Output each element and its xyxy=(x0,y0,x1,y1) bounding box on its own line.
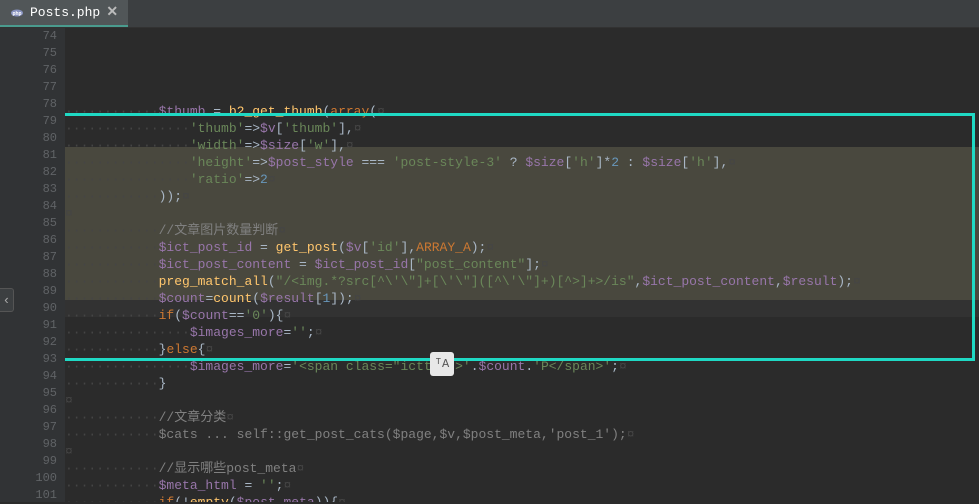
code-editor: ‹ 74757677787980818283848586878889909192… xyxy=(0,28,979,502)
code-line[interactable]: ················'thumb'=>$v['thumb'],¤ xyxy=(65,120,979,137)
code-line[interactable]: ············$thumb = b2_get_thumb(array(… xyxy=(65,103,979,120)
line-number: 100 xyxy=(0,470,57,487)
code-line[interactable]: ············$count=count($result[1]);¤ xyxy=(65,290,979,307)
code-line[interactable]: ············));¤ xyxy=(65,188,979,205)
line-number: 84 xyxy=(0,198,57,215)
line-number: 81 xyxy=(0,147,57,164)
code-line[interactable]: ············}else{¤ xyxy=(65,341,979,358)
code-line[interactable]: ¤ xyxy=(65,392,979,409)
line-number: 79 xyxy=(0,113,57,130)
translate-icon[interactable]: ᵀA xyxy=(430,352,454,376)
php-file-icon: php xyxy=(10,6,24,20)
panel-collapse-handle[interactable]: ‹ xyxy=(0,288,14,312)
line-number: 86 xyxy=(0,232,57,249)
code-line[interactable]: ············//文章分类¤ xyxy=(65,409,979,426)
line-number: 95 xyxy=(0,385,57,402)
code-area[interactable]: ············$thumb = b2_get_thumb(array(… xyxy=(65,28,979,502)
svg-text:php: php xyxy=(12,11,21,17)
line-number: 88 xyxy=(0,266,57,283)
code-line[interactable]: ············$meta_html = '';¤ xyxy=(65,477,979,494)
tab-bar: php Posts.php ✕ xyxy=(0,0,979,28)
code-line[interactable]: ¤ xyxy=(65,205,979,222)
tab-filename: Posts.php xyxy=(30,5,100,20)
code-line[interactable]: ················'height'=>$post_style ==… xyxy=(65,154,979,171)
code-line[interactable]: ············preg_match_all("/<img.*?src[… xyxy=(65,273,979,290)
code-line[interactable]: ················$images_more='<span clas… xyxy=(65,358,979,375)
close-icon[interactable]: ✕ xyxy=(106,7,118,19)
code-line[interactable]: ················$images_more='';¤ xyxy=(65,324,979,341)
line-number: 78 xyxy=(0,96,57,113)
line-number: 75 xyxy=(0,45,57,62)
line-number: 94 xyxy=(0,368,57,385)
line-number: 101 xyxy=(0,487,57,504)
code-line[interactable]: ············$ict_post_content = $ict_pos… xyxy=(65,256,979,273)
line-number: 93 xyxy=(0,351,57,368)
code-content[interactable]: ············$thumb = b2_get_thumb(array(… xyxy=(65,103,979,502)
line-number: 77 xyxy=(0,79,57,96)
line-number: 87 xyxy=(0,249,57,266)
line-number: 96 xyxy=(0,402,57,419)
code-line[interactable]: ············$ict_post_id = get_post($v['… xyxy=(65,239,979,256)
line-number: 92 xyxy=(0,334,57,351)
code-line[interactable]: ············$cats ... self::get_post_cat… xyxy=(65,426,979,443)
code-line[interactable]: ············//文章图片数量判断¤ xyxy=(65,222,979,239)
editor-tab[interactable]: php Posts.php ✕ xyxy=(0,0,128,27)
line-number: 99 xyxy=(0,453,57,470)
line-number: 91 xyxy=(0,317,57,334)
line-number: 82 xyxy=(0,164,57,181)
line-number: 80 xyxy=(0,130,57,147)
code-line[interactable]: ············if($count=='0'){¤ xyxy=(65,307,979,324)
line-number: 83 xyxy=(0,181,57,198)
code-line[interactable]: ················'width'=>$size['w'],¤ xyxy=(65,137,979,154)
line-number: 97 xyxy=(0,419,57,436)
code-line[interactable]: ············//显示哪些post_meta¤ xyxy=(65,460,979,477)
line-number: 74 xyxy=(0,28,57,45)
code-line[interactable]: ¤ xyxy=(65,443,979,460)
code-line[interactable]: ················'ratio'=>2¤ xyxy=(65,171,979,188)
line-number: 85 xyxy=(0,215,57,232)
line-number: 76 xyxy=(0,62,57,79)
line-number: 98 xyxy=(0,436,57,453)
line-number-gutter: 7475767778798081828384858687888990919293… xyxy=(0,28,65,502)
code-line[interactable]: ············if(!empty($post_meta)){¤ xyxy=(65,494,979,502)
code-line[interactable]: ············} xyxy=(65,375,979,392)
